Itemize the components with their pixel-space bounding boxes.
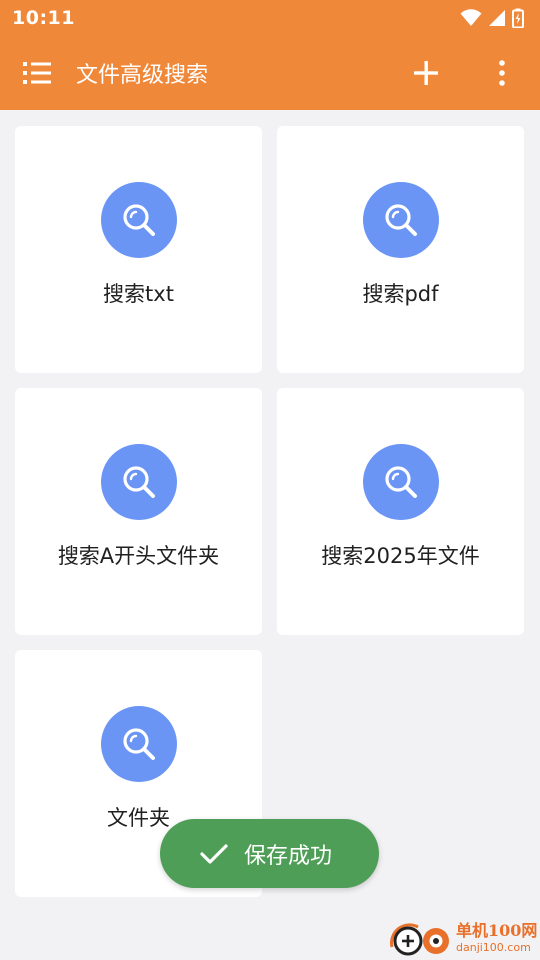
search-icon-circle — [362, 182, 439, 258]
status-bar: 10:11 — [0, 0, 540, 36]
card-label: 搜索2025年文件 — [321, 544, 480, 568]
search-icon-circle — [100, 444, 177, 520]
search-card-pdf[interactable]: 搜索pdf — [277, 126, 524, 373]
search-card-grid: 搜索txt 搜索pdf 搜索A开头文件夹 搜索2025年文件 文件夹 — [15, 126, 524, 897]
search-icon-circle — [362, 444, 439, 520]
search-icon — [122, 728, 155, 760]
battery-icon — [512, 8, 524, 28]
status-time: 10:11 — [12, 7, 75, 29]
card-label: 搜索A开头文件夹 — [57, 544, 220, 568]
search-icon — [122, 466, 155, 498]
watermark-logo — [390, 923, 449, 956]
signal-icon — [489, 10, 505, 26]
search-card-2025-files[interactable]: 搜索2025年文件 — [277, 388, 524, 635]
search-icon-circle — [100, 182, 177, 258]
search-icon — [384, 204, 417, 236]
status-icons — [460, 8, 524, 28]
list-menu-icon — [23, 62, 51, 84]
plus-icon — [414, 61, 438, 85]
watermark-text: 单机100网 danji100.com — [456, 921, 538, 954]
save-success-toast: 保存成功 — [160, 819, 379, 888]
watermark-domain: danji100.com — [456, 941, 531, 954]
check-icon — [200, 843, 228, 864]
more-options-button[interactable] — [464, 36, 540, 110]
search-icon-circle — [100, 706, 177, 782]
search-card-txt[interactable]: 搜索txt — [15, 126, 262, 373]
card-label: 搜索txt — [103, 282, 174, 306]
search-card-a-folder[interactable]: 搜索A开头文件夹 — [15, 388, 262, 635]
watermark: 单机100网 danji100.com — [388, 916, 540, 960]
card-label: 文件夹 — [107, 806, 170, 830]
toast-text: 保存成功 — [244, 843, 333, 869]
wifi-icon — [460, 9, 482, 26]
menu-button[interactable] — [0, 36, 76, 110]
more-vertical-icon — [499, 60, 505, 86]
search-icon — [384, 466, 417, 498]
app-title: 文件高级搜索 — [76, 63, 209, 88]
card-label: 搜索pdf — [362, 282, 439, 306]
app-bar: 文件高级搜索 — [0, 36, 540, 110]
search-icon — [122, 204, 155, 236]
add-button[interactable] — [388, 36, 464, 110]
watermark-name: 单机100网 — [456, 921, 538, 940]
